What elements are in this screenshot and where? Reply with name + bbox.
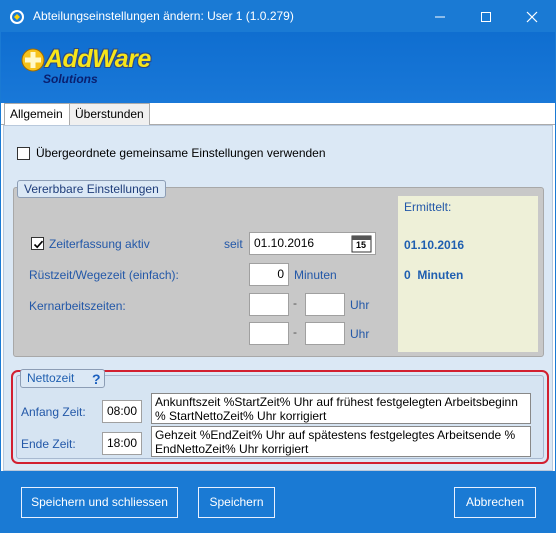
start-time-description: Ankunftszeit %StartZeit% Uhr auf frühest…: [151, 393, 531, 424]
net-time-title-text: Nettozeit: [27, 371, 75, 385]
start-time-value: 08:00: [106, 404, 138, 418]
since-label: seit: [224, 237, 243, 251]
cancel-button[interactable]: Abbrechen: [454, 487, 536, 518]
calendar-button[interactable]: 15: [351, 234, 372, 253]
plus-logo-icon: [21, 48, 45, 72]
start-time-field[interactable]: 08:00: [102, 400, 142, 423]
core-hours-to-field-2[interactable]: [305, 322, 345, 345]
time-tracking-checkbox[interactable]: [31, 237, 44, 250]
core-hours-from-field-2[interactable]: [249, 322, 289, 345]
core-hours-from-field[interactable]: [249, 293, 289, 316]
setup-time-value: 0: [277, 267, 284, 281]
setup-minutes-unit: Minuten: [294, 268, 337, 282]
logo-subtitle: Solutions: [43, 72, 98, 86]
start-time-label: Anfang Zeit:: [21, 405, 86, 419]
use-parent-settings-checkbox[interactable]: [17, 147, 30, 160]
core-hours-unit-2: Uhr: [350, 327, 370, 341]
end-time-description: Gehzeit %EndZeit% Uhr auf spätestens fes…: [151, 426, 531, 457]
core-hours-dash-2: -: [293, 325, 297, 339]
core-hours-dash: -: [293, 296, 297, 310]
determined-panel: Ermittelt: 01.10.2016 0 Minuten: [398, 196, 538, 352]
minimize-button[interactable]: [417, 1, 463, 32]
save-button[interactable]: Speichern: [198, 487, 275, 518]
determined-minutes: 0 Minuten: [404, 268, 464, 282]
maximize-icon: [481, 12, 491, 22]
tab-content-allgemein: Übergeordnete gemeinsame Einstellungen v…: [3, 125, 553, 471]
tab-bar: Überstunden Allgemein: [1, 103, 555, 126]
addware-logo: AddWare Solutions: [21, 44, 181, 92]
logo-banner: AddWare Solutions: [1, 32, 555, 103]
end-time-field[interactable]: 18:00: [102, 432, 142, 455]
core-hours-to-field[interactable]: [305, 293, 345, 316]
dialog-window: Abteilungseinstellungen ändern: User 1 (…: [0, 0, 556, 533]
setup-time-field[interactable]: 0: [249, 263, 289, 286]
determined-title: Ermittelt:: [404, 200, 452, 214]
core-hours-unit: Uhr: [350, 298, 370, 312]
save-and-close-button[interactable]: Speichern und schliessen: [21, 487, 178, 518]
minimize-icon: [435, 16, 445, 18]
window-title: Abteilungseinstellungen ändern: User 1 (…: [33, 9, 294, 23]
maximize-button[interactable]: [463, 1, 509, 32]
title-bar: Abteilungseinstellungen ändern: User 1 (…: [1, 1, 555, 32]
checkmark-icon: [33, 240, 44, 249]
footer-bar: Speichern und schliessen Speichern Abbre…: [1, 471, 555, 533]
end-time-label: Ende Zeit:: [21, 437, 76, 451]
core-hours-label: Kernarbeitszeiten:: [29, 299, 126, 313]
time-tracking-label: Zeiterfassung aktiv: [49, 237, 150, 251]
end-time-value: 18:00: [106, 436, 138, 450]
close-icon: [526, 11, 538, 23]
app-icon: [10, 10, 24, 24]
determined-date: 01.10.2016: [404, 238, 465, 252]
tab-allgemein[interactable]: Allgemein: [4, 103, 70, 126]
setup-time-label: Rüstzeit/Wegezeit (einfach):: [29, 268, 179, 282]
help-icon[interactable]: ?: [92, 371, 101, 387]
calendar-day: 15: [356, 240, 367, 250]
use-parent-settings-label: Übergeordnete gemeinsame Einstellungen v…: [36, 146, 326, 160]
close-button[interactable]: [509, 1, 555, 32]
tab-ueberstunden[interactable]: Überstunden: [69, 103, 150, 126]
inherited-settings-title: Vererbbare Einstellungen: [17, 180, 166, 198]
logo-text: AddWare: [45, 45, 151, 73]
since-date-value: 01.10.2016: [254, 236, 315, 250]
